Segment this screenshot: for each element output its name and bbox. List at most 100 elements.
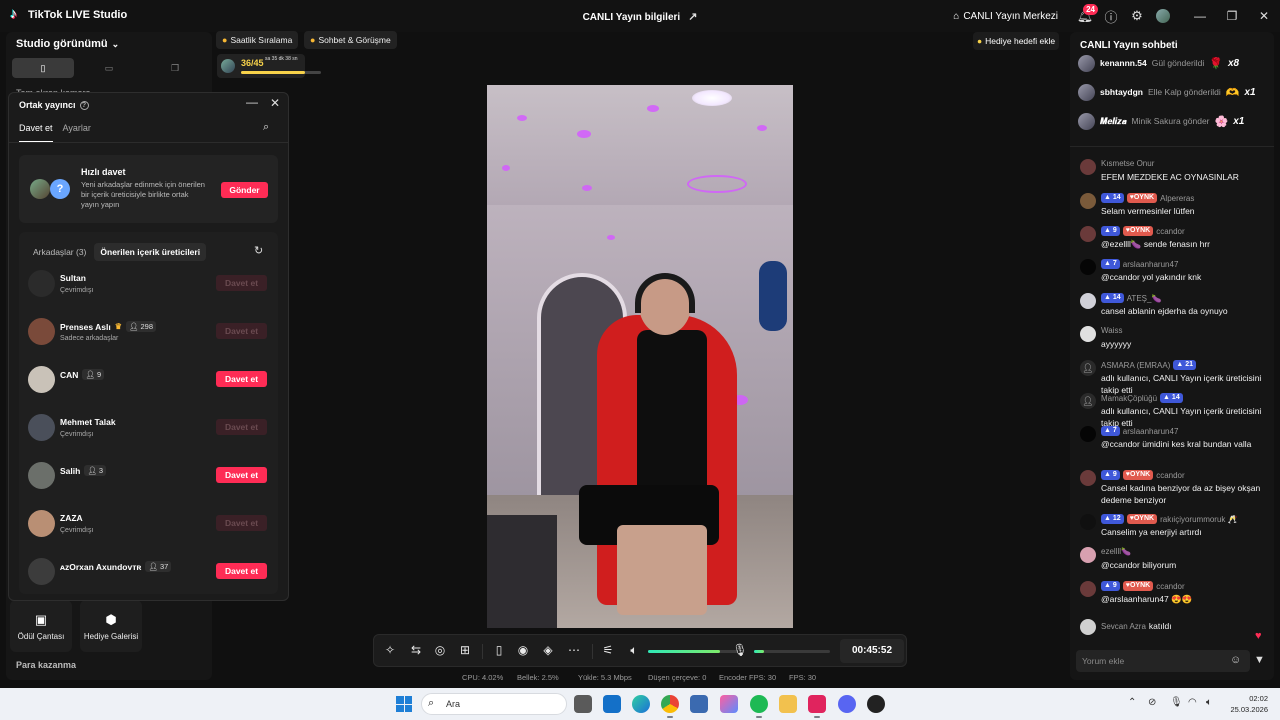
gift-sender[interactable]: kenannn.54 (1100, 58, 1147, 68)
notifications-button[interactable]: 🔔︎ 24 (1072, 0, 1098, 32)
person-icon: 👤︎ (148, 562, 160, 571)
tab-suggested-creators[interactable]: Önerilen içerik üreticileri (94, 243, 207, 261)
studio-view-dropdown[interactable]: Studio görünümü ⌄ (16, 38, 119, 50)
viewer-goal-card[interactable]: 36/45 sa 35 dk 38 sn (217, 54, 321, 78)
invite-button[interactable]: Davet et (216, 467, 267, 483)
filter-icon[interactable]: ▼ (1254, 654, 1265, 666)
phone-icon[interactable]: ▯ (491, 643, 507, 657)
close-window-button[interactable]: ✕ (1248, 0, 1280, 32)
follow-user[interactable]: ASMARA (EMRAA) (1101, 361, 1170, 370)
join-user[interactable]: Sevcan Azra (1101, 622, 1146, 631)
file-explorer-icon[interactable] (779, 695, 797, 713)
profile-button[interactable] (1150, 0, 1176, 32)
speaker-icon[interactable]: 🔈︎ (626, 643, 642, 658)
add-gift-goal-button[interactable]: ● Hediye hedefi ekle (973, 32, 1060, 50)
send-invite-button[interactable]: Gönder (221, 182, 268, 198)
info-icon[interactable]: ? (79, 100, 89, 110)
mic-volume-slider[interactable] (754, 650, 830, 653)
level-badge: ▲ 12 (1101, 514, 1124, 524)
reward-bag-button[interactable]: ▣ Ödül Çantası (10, 600, 72, 652)
level-icon: ▲ (1104, 227, 1111, 234)
share-icon[interactable]: ↗ (688, 10, 697, 23)
tab-settings[interactable]: Ayarlar (63, 123, 91, 143)
tab-friends[interactable]: Arkadaşlar (3) (31, 243, 88, 261)
settings-app-icon[interactable] (690, 695, 708, 713)
add-source-icon[interactable]: ⊞ (457, 643, 473, 657)
taskbar-clock[interactable]: 02:02 25.03.2026 (1224, 693, 1268, 715)
message-user[interactable]: rakıiçiyorummoruk 🥂 (1160, 515, 1238, 524)
avatar (1080, 470, 1096, 486)
maximize-window-button[interactable]: ❐ (1216, 0, 1248, 32)
outlook-icon[interactable] (603, 695, 621, 713)
dual-mode-button[interactable]: ❒ (144, 58, 206, 78)
settings-button[interactable]: ⚙ (1124, 0, 1150, 32)
audio-mixer-icon[interactable]: ⚟ (600, 643, 616, 657)
copilot-icon[interactable] (720, 695, 738, 713)
live-info-button[interactable]: CANLI Yayın bilgileri (583, 12, 681, 23)
camera-focus-icon[interactable]: ◈ (540, 643, 556, 657)
message-user[interactable]: ccandor (1156, 582, 1184, 591)
tab-invite[interactable]: Davet et (19, 123, 53, 143)
emoji-icon[interactable]: ☺ (1230, 654, 1241, 666)
edge-icon[interactable] (632, 695, 650, 713)
tiktok-studio-taskbar-icon[interactable] (808, 695, 826, 713)
invite-button[interactable]: Davet et (216, 563, 267, 579)
message-user[interactable]: ezellll🍆 (1101, 547, 1131, 556)
windows-start-icon[interactable] (396, 696, 412, 712)
record-icon[interactable]: ◉ (515, 643, 531, 657)
comment-input[interactable] (1076, 650, 1226, 672)
taskbar-search[interactable]: ⌕ Ara (421, 693, 567, 715)
obs-icon[interactable] (867, 695, 885, 713)
minimize-window-button[interactable]: — (1184, 0, 1216, 32)
message-user[interactable]: ccandor (1156, 227, 1184, 236)
gift-sender[interactable]: 𝑴𝒆𝒍𝒊𝒛𝒂 (1100, 116, 1127, 127)
level-badge: ▲ 7 (1101, 259, 1120, 269)
message-user[interactable]: ATEŞ_🍆 (1127, 294, 1162, 303)
task-view-icon[interactable] (574, 695, 592, 713)
more-icon[interactable]: ⋯ (566, 643, 582, 657)
magic-wand-icon[interactable]: ✧ (382, 643, 398, 657)
chevron-up-icon[interactable]: ⌃ (1128, 697, 1136, 708)
translate-icon[interactable]: ⇆ (408, 643, 424, 657)
minimize-popup-button[interactable]: — (246, 95, 258, 109)
spotify-icon[interactable] (750, 695, 768, 713)
speaker-volume-slider[interactable] (648, 650, 738, 653)
microphone-icon[interactable]: 🎙︎ (732, 643, 748, 657)
invite-button[interactable]: Davet et (216, 371, 267, 387)
level-value: 21 (1185, 361, 1194, 368)
invite-button: Davet et (216, 419, 267, 435)
fan-club-name: OYNK (1129, 227, 1151, 234)
microphone-tray-icon[interactable]: 🎙︎ (1170, 697, 1183, 708)
user-name-line: Prenses Aslı ♛ 👤︎ 298 (60, 321, 157, 332)
viewer-goal-count: 36/45 (241, 58, 264, 68)
invite-button: Davet et (216, 323, 267, 339)
message-user[interactable]: arslaanharun47 (1123, 260, 1179, 269)
gift-sender[interactable]: sbhtaydgn (1100, 87, 1143, 97)
landscape-mode-button[interactable]: ▭ (78, 58, 140, 78)
chrome-icon[interactable] (661, 695, 679, 713)
ai-effects-icon[interactable]: ◎ (432, 643, 448, 657)
hourly-ranking-button[interactable]: ● Saatlik Sıralama (216, 31, 299, 49)
help-button[interactable]: ⓘ (1098, 0, 1124, 32)
wifi-icon[interactable]: ◠ (1188, 697, 1197, 708)
search-icon[interactable]: ⌕ (263, 121, 269, 134)
message-user[interactable]: Waiss (1101, 326, 1122, 335)
message-user[interactable]: Alpereras (1160, 194, 1194, 203)
close-popup-button[interactable]: ✕ (270, 96, 280, 110)
home-icon: ⌂ (953, 10, 960, 22)
network-off-icon[interactable]: ⊘ (1148, 697, 1156, 708)
chat-meet-button[interactable]: ● Sohbet & Görüşme (304, 31, 397, 49)
refresh-icon[interactable]: ↻ (254, 244, 263, 257)
avatar (1080, 159, 1096, 175)
gift-gallery-button[interactable]: ⬢ Hediye Galerisi (80, 600, 142, 652)
follow-user[interactable]: MamakÇöplüğü (1101, 394, 1157, 403)
discord-icon[interactable] (838, 695, 856, 713)
mic-volume-fill (754, 650, 764, 653)
level-badge: ▲ 9 (1101, 226, 1120, 236)
live-center-button[interactable]: ⌂ CANLI Yayın Merkezi (953, 11, 1058, 22)
message-user[interactable]: ccandor (1156, 471, 1184, 480)
app-title: TikTok LIVE Studio (10, 5, 127, 22)
volume-icon[interactable]: 🔈︎ (1206, 697, 1212, 708)
message-user[interactable]: Kısmetse Onur (1101, 159, 1154, 168)
portrait-mode-button[interactable]: ▯ (12, 58, 74, 78)
